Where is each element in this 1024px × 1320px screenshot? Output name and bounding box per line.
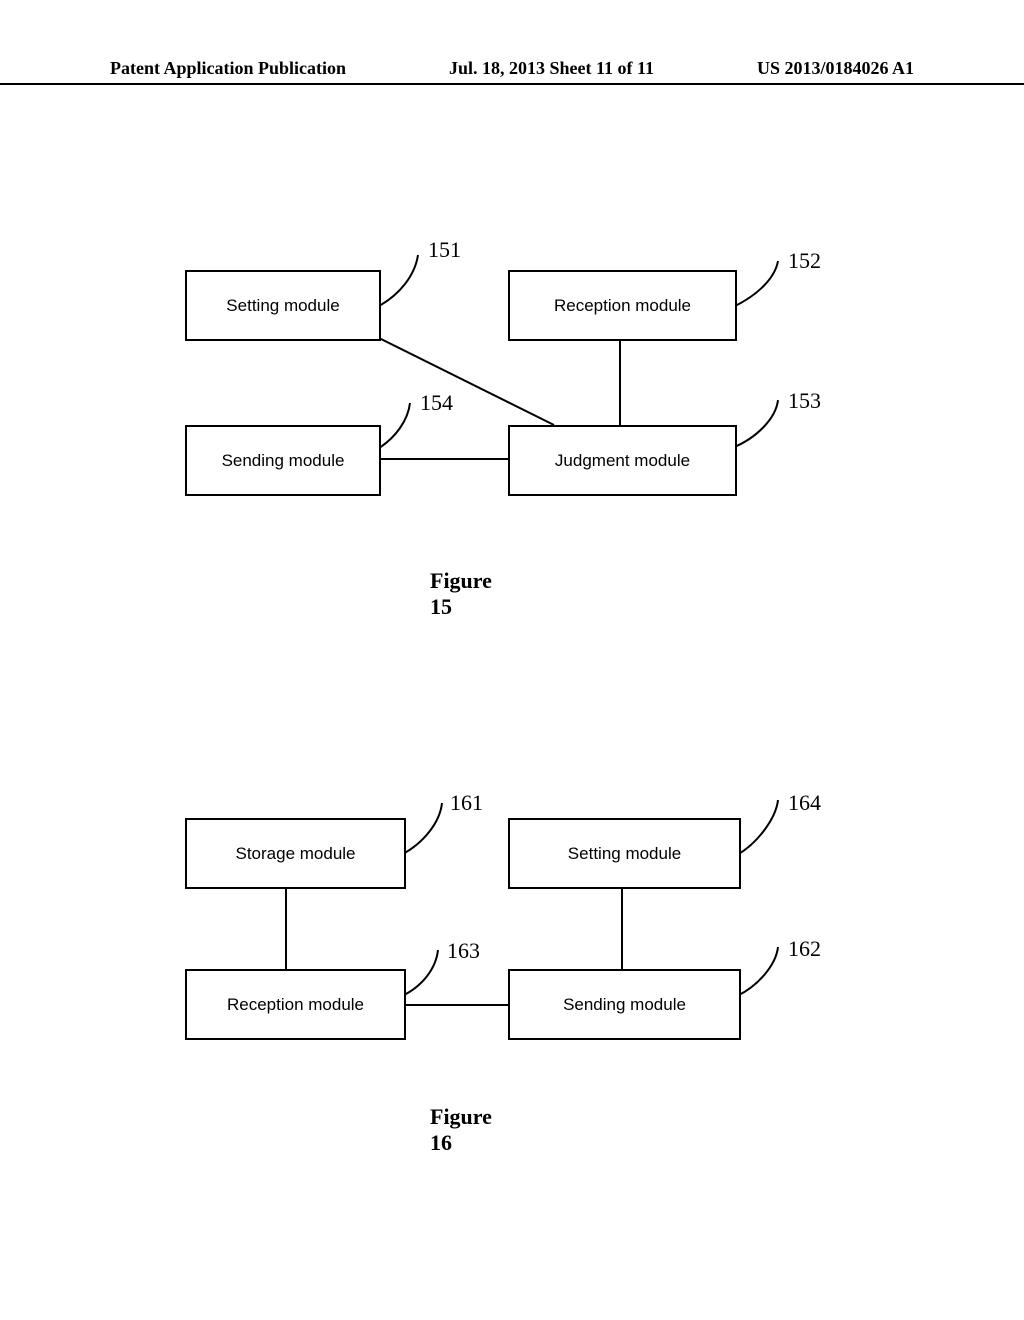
figure-16-lines xyxy=(0,0,1024,1320)
fig16-sending-module: Sending module xyxy=(508,969,741,1040)
box-label: Reception module xyxy=(227,995,364,1015)
fig16-ref-162: 162 xyxy=(788,936,821,962)
fig16-ref-161: 161 xyxy=(450,790,483,816)
box-label: Sending module xyxy=(563,995,686,1015)
box-label: Storage module xyxy=(235,844,355,864)
fig16-ref-164: 164 xyxy=(788,790,821,816)
fig16-setting-module: Setting module xyxy=(508,818,741,889)
fig16-storage-module: Storage module xyxy=(185,818,406,889)
fig16-reception-module: Reception module xyxy=(185,969,406,1040)
figure-16-caption: Figure 16 xyxy=(430,1104,492,1156)
box-label: Setting module xyxy=(568,844,681,864)
fig16-ref-163: 163 xyxy=(447,938,480,964)
